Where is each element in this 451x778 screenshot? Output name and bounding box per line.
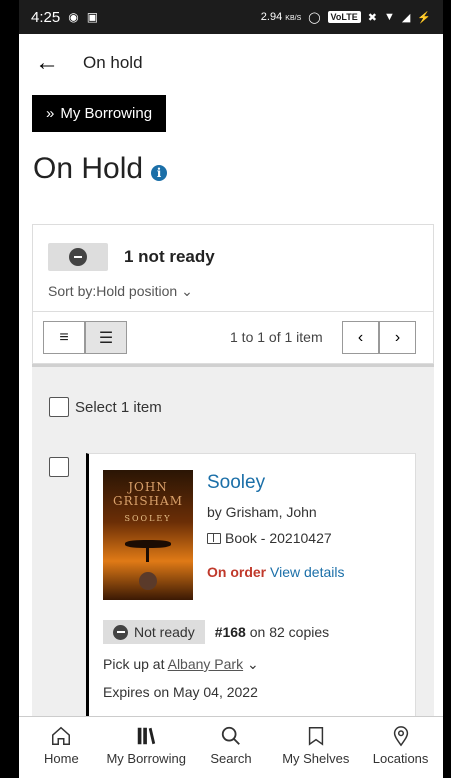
holds-summary-panel: 1 not ready Sort by:Hold position ⌄ ≡ ☰ … xyxy=(32,224,434,364)
book-title-link[interactable]: Sooley xyxy=(207,472,265,494)
my-borrowing-button[interactable]: » My Borrowing xyxy=(32,95,167,132)
books-icon xyxy=(137,727,156,745)
cover-title: SOOLEY xyxy=(124,514,172,523)
select-all-checkbox[interactable] xyxy=(49,397,69,417)
nav-home-label: Home xyxy=(44,751,79,766)
pickup-location-link[interactable]: Albany Park xyxy=(168,656,243,672)
status-time: 4:25 xyxy=(31,8,61,26)
on-order-status: On order xyxy=(207,564,267,580)
nav-my-shelves-label: My Shelves xyxy=(282,751,350,766)
nav-locations[interactable]: Locations xyxy=(358,717,443,778)
nav-home[interactable]: Home xyxy=(19,717,104,778)
charging-icon: ⚡ xyxy=(417,11,431,24)
volte-icon: VoLTE xyxy=(327,11,361,23)
cover-ball xyxy=(139,572,157,590)
pagination-buttons: ‹ › xyxy=(342,321,416,354)
page-title: On Hold xyxy=(33,152,144,185)
app-bar: ← On hold xyxy=(19,34,443,92)
info-icon[interactable]: i xyxy=(151,165,168,181)
search-icon xyxy=(221,726,240,745)
book-format: Book - 20210427 xyxy=(207,530,332,546)
chevron-down-icon: ⌄ xyxy=(181,283,193,299)
item-checkbox[interactable] xyxy=(49,457,69,477)
chevron-left-icon: ‹ xyxy=(357,328,364,346)
hold-status-badge: Not ready xyxy=(103,620,205,644)
minus-circle-icon xyxy=(69,248,87,266)
cover-trunk xyxy=(146,546,149,562)
divider xyxy=(33,311,433,312)
my-borrowing-label: My Borrowing xyxy=(60,105,153,122)
nav-my-shelves[interactable]: My Shelves xyxy=(273,717,358,778)
book-icon xyxy=(207,532,221,544)
nav-my-borrowing-label: My Borrowing xyxy=(106,751,186,766)
prev-page-button[interactable]: ‹ xyxy=(342,321,379,354)
pickup-location-row: Pick up at Albany Park ⌄ xyxy=(103,656,259,673)
detail-view-button[interactable]: ☰ xyxy=(85,321,127,354)
expiry-date: Expires on May 04, 2022 xyxy=(103,684,258,700)
cover-author-last: GRISHAM xyxy=(113,494,183,508)
page-title-row: On Hold i xyxy=(33,152,168,186)
minus-circle-icon xyxy=(113,624,128,640)
home-icon xyxy=(52,726,71,745)
list-view-button[interactable]: ≡ xyxy=(43,321,85,354)
cover-author-first: JOHN xyxy=(128,480,168,494)
availability-status: On order View details xyxy=(207,564,344,580)
book-format-text: Book - 20210427 xyxy=(225,530,332,546)
signal-icon: ◢ xyxy=(401,11,411,24)
app-bar-title: On hold xyxy=(83,53,143,72)
status-bar: 4:25 ◉ ▣ 2.94 KB/S ◯ VoLTE ✖ ▼ ◢ ⚡ xyxy=(19,0,443,34)
hold-status-row: Not ready #168 on 82 copies xyxy=(103,620,329,644)
back-arrow-icon[interactable]: ← xyxy=(27,49,67,77)
nav-my-borrowing[interactable]: My Borrowing xyxy=(104,717,189,778)
chat-icon: ◉ xyxy=(68,10,79,24)
calendar-icon: ▣ xyxy=(86,10,99,24)
book-cover-image[interactable]: JOHN GRISHAM SOOLEY xyxy=(103,470,193,600)
nav-search[interactable]: Search xyxy=(189,717,274,778)
phone-screen: 4:25 ◉ ▣ 2.94 KB/S ◯ VoLTE ✖ ▼ ◢ ⚡ ← On … xyxy=(19,0,443,778)
holds-list: Select 1 item JOHN GRISHAM SOOLEY Sooley… xyxy=(32,364,434,733)
network-speed: 2.94 KB/S xyxy=(260,11,302,23)
queue-number: #168 xyxy=(214,624,246,640)
nav-search-label: Search xyxy=(210,751,252,766)
chevron-down-icon: ⌄ xyxy=(246,656,259,672)
bookmark-icon xyxy=(308,727,323,746)
sort-label: Sort by: xyxy=(48,283,97,299)
status-right: 2.94 KB/S ◯ VoLTE ✖ ▼ ◢ ⚡ xyxy=(261,11,431,24)
next-page-button[interactable]: › xyxy=(379,321,416,354)
sort-dropdown[interactable]: Sort by:Hold position ⌄ xyxy=(48,283,193,300)
hold-status-text: Not ready xyxy=(134,624,195,640)
list-icon: ≡ xyxy=(59,328,69,346)
sort-value: Hold position xyxy=(96,283,178,299)
book-author: by Grisham, John xyxy=(207,504,317,520)
location-pin-icon xyxy=(393,726,408,747)
view-toggle: ≡ ☰ xyxy=(43,321,127,354)
copies-count: on 82 copies xyxy=(249,624,330,640)
alarm-icon: ◯ xyxy=(308,11,321,24)
pickup-label: Pick up at xyxy=(103,656,165,672)
bottom-navigation: Home My Borrowing Search My Shelves Loca… xyxy=(19,716,443,778)
detail-list-icon: ☰ xyxy=(98,329,114,347)
hold-item-card: JOHN GRISHAM SOOLEY Sooley by Grisham, J… xyxy=(86,453,416,733)
not-ready-badge xyxy=(48,243,108,271)
double-chevron-icon: » xyxy=(46,105,55,122)
wifi-icon: ▼ xyxy=(383,11,395,23)
nav-locations-label: Locations xyxy=(372,751,429,766)
not-ready-filter[interactable]: 1 not ready xyxy=(48,243,215,271)
pagination-text: 1 to 1 of 1 item xyxy=(230,329,323,345)
select-all[interactable]: Select 1 item xyxy=(49,397,162,417)
chevron-right-icon: › xyxy=(394,328,401,346)
mute-icon: ✖ xyxy=(367,11,377,24)
queue-position: #168 on 82 copies xyxy=(215,624,329,640)
not-ready-count: 1 not ready xyxy=(124,247,215,266)
view-details-link[interactable]: View details xyxy=(270,564,344,580)
select-all-label: Select 1 item xyxy=(75,398,162,416)
